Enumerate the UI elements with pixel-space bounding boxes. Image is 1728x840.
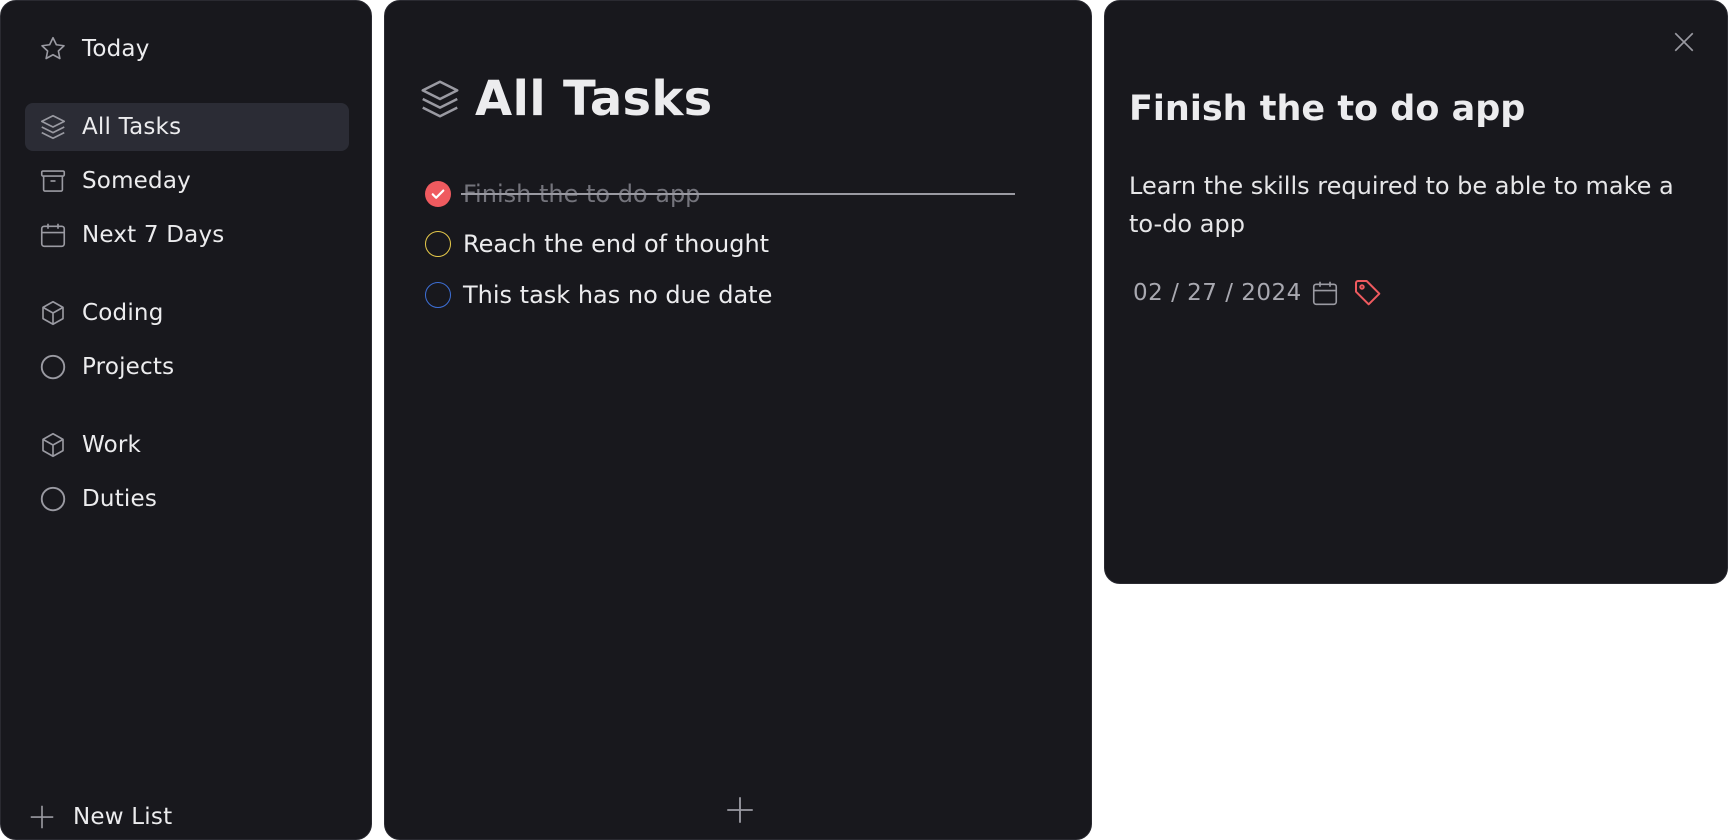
detail-description[interactable]: Learn the skills required to be able to … <box>1129 167 1689 243</box>
tag-icon[interactable] <box>1352 277 1384 309</box>
new-list-button[interactable]: New List <box>27 797 172 837</box>
sidebar-item-label: Work <box>82 432 142 458</box>
star-icon <box>36 32 70 66</box>
new-list-label: New List <box>73 804 173 830</box>
sidebar-item-today[interactable]: Today <box>25 25 349 73</box>
task-detail-panel: Finish the to do app Learn the skills re… <box>1104 0 1728 584</box>
sidebar-item-duties[interactable]: Duties <box>25 475 349 523</box>
sidebar-item-someday[interactable]: Someday <box>25 157 349 205</box>
page-title-text: All Tasks <box>475 71 713 127</box>
cube-icon <box>36 296 70 330</box>
strikethrough-line <box>461 193 1015 195</box>
circle-icon <box>36 482 70 516</box>
sidebar-item-label: Next 7 Days <box>82 222 225 248</box>
check-icon <box>431 189 445 199</box>
task-item[interactable]: This task has no due date <box>425 277 772 313</box>
layers-icon <box>421 80 459 118</box>
calendar-icon <box>36 218 70 252</box>
sidebar-item-next-7-days[interactable]: Next 7 Days <box>25 211 349 259</box>
sidebar-item-label: All Tasks <box>82 114 182 140</box>
task-label: Reach the end of thought <box>463 230 770 258</box>
due-date: 02 / 27 / 2024 <box>1133 273 1384 313</box>
close-icon[interactable] <box>1669 27 1699 57</box>
sidebar-item-projects[interactable]: Projects <box>25 343 349 391</box>
sidebar-item-label: Duties <box>82 486 158 512</box>
circle-icon <box>36 350 70 384</box>
sidebar-item-label: Today <box>82 36 150 62</box>
task-checkbox-checked[interactable] <box>425 181 451 207</box>
sidebar-item-work[interactable]: Work <box>25 421 349 469</box>
task-checkbox[interactable] <box>425 282 451 308</box>
calendar-icon[interactable] <box>1310 278 1340 308</box>
cube-icon <box>36 428 70 462</box>
sidebar: Today All Tasks Someday Next 7 Days Codi… <box>0 0 372 840</box>
archive-icon <box>36 164 70 198</box>
due-date-value[interactable]: 02 / 27 / 2024 <box>1133 280 1302 306</box>
sidebar-item-label: Coding <box>82 300 164 326</box>
page-title: All Tasks <box>417 71 712 127</box>
sidebar-item-label: Someday <box>82 168 191 194</box>
task-checkbox[interactable] <box>425 231 451 257</box>
task-list-panel: All Tasks Finish the to do app Reach the… <box>384 0 1092 840</box>
task-item[interactable]: Reach the end of thought <box>425 226 769 262</box>
add-task-button[interactable] <box>723 793 757 827</box>
sidebar-item-label: Projects <box>82 354 175 380</box>
plus-icon <box>30 805 54 829</box>
task-label: This task has no due date <box>463 281 773 309</box>
sidebar-item-all-tasks[interactable]: All Tasks <box>25 103 349 151</box>
layers-icon <box>36 110 70 144</box>
detail-title[interactable]: Finish the to do app <box>1129 89 1525 129</box>
sidebar-item-coding[interactable]: Coding <box>25 289 349 337</box>
